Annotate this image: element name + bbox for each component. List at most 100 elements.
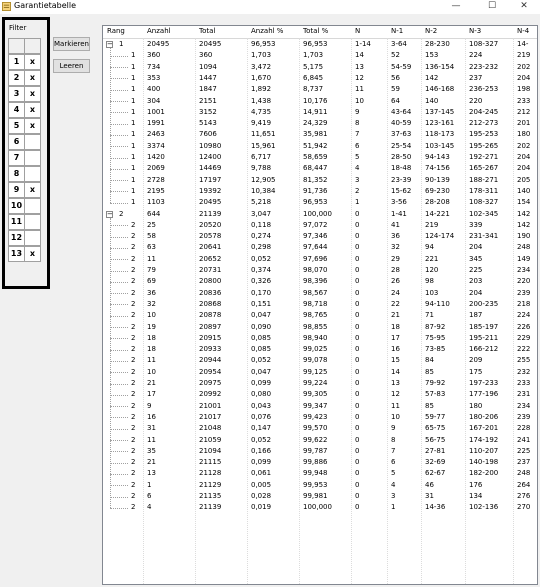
table-row[interactable]: 1 1991 5143 9,419 24,329 8 40-59 123-161 212-273… — [103, 118, 537, 129]
column-header[interactable]: Rang — [107, 27, 125, 35]
markieren-button[interactable]: Markieren — [53, 37, 90, 51]
table-row[interactable]: 1 400 1847 1,892 8,737 11 59 146-168 236-253 198 — [103, 84, 537, 95]
table-cell: 99,305 — [303, 390, 328, 399]
column-header[interactable]: Anzahl — [147, 27, 171, 35]
filter-row-number[interactable]: 3 — [8, 86, 25, 102]
table-row[interactable]: 1 2069 14469 9,788 68,447 4 18-48 74-156 165-267… — [103, 163, 537, 174]
table-row[interactable]: 2 79 20731 0,374 98,070 0 28 120 225 234 — [103, 265, 537, 276]
table-row[interactable]: 2 11 21059 0,052 99,622 0 8 56-75 174-192 241 — [103, 435, 537, 446]
guarantee-tree-table[interactable]: Rang Anzahl Total Anzahl % Total % N N-1 N-2 N-3… — [102, 25, 538, 585]
filter-row-mark[interactable]: x — [24, 70, 41, 86]
leeren-button[interactable]: Leeren — [53, 59, 90, 73]
table-row[interactable]: 1 1001 3152 4,735 14,911 9 43-64 137-145 204-245… — [103, 107, 537, 118]
table-row[interactable]: 1 1420 12400 6,717 58,659 5 28-50 94-143 192-271… — [103, 152, 537, 163]
filter-row-mark[interactable]: x — [24, 246, 41, 262]
filter-row-number[interactable]: 9 — [8, 182, 25, 198]
table-cell: 11 — [147, 356, 156, 365]
table-row[interactable]: 2 25 20520 0,118 97,072 0 41 219 339 142 — [103, 220, 537, 231]
table-row[interactable]: 2 36 20836 0,170 98,567 0 24 103 204 239 — [103, 288, 537, 299]
filter-row-mark[interactable]: x — [24, 182, 41, 198]
minimize-button[interactable]: — — [444, 0, 468, 14]
table-cell: 6 — [355, 141, 360, 150]
table-row[interactable]: 1 1103 20495 5,218 96,953 1 3-56 28-208 108-327 1… — [103, 197, 537, 208]
filter-row-number[interactable]: 11 — [8, 214, 25, 230]
filter-row-number[interactable]: 1 — [8, 54, 25, 70]
group-row[interactable]: 2 644 21139 3,047 100,000 0 1-41 14-221 102-345 1… — [103, 209, 537, 220]
table-cell: 248 — [517, 469, 531, 478]
table-cell: 94-110 — [425, 299, 450, 308]
table-row[interactable]: 2 10 20878 0,047 98,765 0 21 71 187 224 — [103, 310, 537, 321]
table-row[interactable]: 2 63 20641 0,298 97,644 0 32 94 204 248 — [103, 242, 537, 253]
table-row[interactable]: 2 21 21115 0,099 99,886 0 6 32-69 140-198 237 — [103, 457, 537, 468]
filter-row: 11 — [8, 214, 41, 230]
table-row[interactable]: 2 21 20975 0,099 99,224 0 13 79-92 197-233 233 — [103, 378, 537, 389]
tree-connector — [110, 247, 128, 249]
column-header[interactable]: N-2 — [425, 27, 437, 35]
filter-row-mark[interactable] — [24, 198, 41, 214]
table-row[interactable]: 2 58 20578 0,274 97,346 0 36 124-174 231-341 190 — [103, 231, 537, 242]
table-row[interactable]: 2 35 21094 0,166 99,787 0 7 27-81 110-207 225 — [103, 446, 537, 457]
filter-row-mark[interactable] — [24, 230, 41, 246]
tree-connector — [110, 394, 128, 396]
table-row[interactable]: 2 69 20800 0,326 98,396 0 26 98 203 220 — [103, 276, 537, 287]
table-row[interactable]: 2 19 20897 0,090 98,855 0 18 87-92 185-197 226 — [103, 322, 537, 333]
table-row[interactable]: 2 9 21001 0,043 99,347 0 11 85 180 234 — [103, 401, 537, 412]
filter-row-number[interactable]: 5 — [8, 118, 25, 134]
filter-row-number[interactable]: 7 — [8, 150, 25, 166]
table-row[interactable]: 2 31 21048 0,147 99,570 0 9 65-75 167-201 228 — [103, 423, 537, 434]
column-header[interactable]: N-4 — [517, 27, 529, 35]
table-row[interactable]: 1 2195 19392 10,384 91,736 2 15-62 69-230 178-31… — [103, 186, 537, 197]
table-row[interactable]: 1 2463 7606 11,651 35,981 7 37-63 118-173 195-25… — [103, 129, 537, 140]
table-cell: 108-327 — [469, 40, 499, 48]
table-row[interactable]: 2 13 21128 0,061 99,948 0 5 62-67 182-200 248 — [103, 468, 537, 479]
table-row[interactable]: 2 16 21017 0,076 99,423 0 10 59-77 180-206 239 — [103, 412, 537, 423]
table-row[interactable]: 1 2728 17197 12,905 81,352 3 23-39 90-139 188-27… — [103, 175, 537, 186]
table-row[interactable]: 2 1 21129 0,005 99,953 0 4 46 176 264 — [103, 480, 537, 491]
table-row[interactable]: 2 11 20652 0,052 97,696 0 29 221 345 149 — [103, 254, 537, 265]
collapse-toggle-icon[interactable]: − — [106, 41, 113, 48]
table-row[interactable]: 2 6 21135 0,028 99,981 0 3 31 134 276 — [103, 491, 537, 502]
filter-row-mark[interactable]: x — [24, 102, 41, 118]
column-header[interactable]: N-3 — [469, 27, 481, 35]
table-cell: 2463 — [147, 130, 165, 139]
table-cell: 166-212 — [469, 345, 499, 354]
table-row[interactable]: 1 3374 10980 15,961 51,942 6 25-54 103-145 195-2… — [103, 141, 537, 152]
filter-row-mark[interactable]: x — [24, 54, 41, 70]
collapse-toggle-icon[interactable]: − — [106, 210, 113, 218]
table-row[interactable]: 2 11 20944 0,052 99,078 0 15 84 209 255 — [103, 355, 537, 366]
filter-row-number[interactable]: 6 — [8, 134, 25, 150]
table-cell: 36 — [147, 288, 156, 297]
close-button[interactable]: ✕ — [512, 0, 536, 14]
column-header[interactable]: N-1 — [391, 27, 403, 35]
filter-row-mark[interactable] — [24, 166, 41, 182]
table-row[interactable]: 2 18 20933 0,085 99,025 0 16 73-85 166-212 222 — [103, 344, 537, 355]
column-header[interactable]: Anzahl % — [251, 27, 283, 35]
table-row[interactable]: 1 734 1094 3,472 5,175 13 54-59 136-154 223-232 2… — [103, 62, 537, 73]
filter-row-number[interactable]: 8 — [8, 166, 25, 182]
table-cell: 1 — [131, 96, 136, 105]
table-row[interactable]: 2 18 20915 0,085 98,940 0 17 75-95 195-211 229 — [103, 333, 537, 344]
table-row[interactable]: 1 353 1447 1,670 6,845 12 56 142 237 204 — [103, 73, 537, 84]
tree-connector — [110, 383, 128, 385]
table-row[interactable]: 2 10 20954 0,047 99,125 0 14 85 175 232 — [103, 367, 537, 378]
maximize-button[interactable]: ☐ — [480, 0, 504, 14]
group-row[interactable]: 1 20495 20495 96,953 96,953 1-14 3-64 28-230 108… — [103, 39, 537, 50]
filter-row-mark[interactable] — [24, 214, 41, 230]
table-row[interactable]: 2 17 20992 0,080 99,305 0 12 57-83 177-196 231 — [103, 389, 537, 400]
filter-row-mark[interactable]: x — [24, 118, 41, 134]
column-header[interactable]: Total — [199, 27, 215, 35]
table-row[interactable]: 2 32 20868 0,151 98,718 0 22 94-110 200-235 218 — [103, 299, 537, 310]
filter-row-number[interactable]: 2 — [8, 70, 25, 86]
filter-row-number[interactable]: 12 — [8, 230, 25, 246]
filter-row-number[interactable]: 13 — [8, 246, 25, 262]
filter-row-mark[interactable]: x — [24, 86, 41, 102]
column-header[interactable]: N — [355, 27, 360, 35]
filter-row-number[interactable]: 10 — [8, 198, 25, 214]
table-row[interactable]: 1 304 2151 1,438 10,176 10 64 140 220 233 — [103, 96, 537, 107]
table-row[interactable]: 2 4 21139 0,019 100,000 0 1 14-36 102-136 270 — [103, 502, 537, 513]
column-header[interactable]: Total % — [303, 27, 328, 35]
filter-row-number[interactable]: 4 — [8, 102, 25, 118]
filter-row-mark[interactable] — [24, 150, 41, 166]
filter-row-mark[interactable] — [24, 134, 41, 150]
table-row[interactable]: 1 360 360 1,703 1,703 14 52 153 224 219 — [103, 50, 537, 61]
